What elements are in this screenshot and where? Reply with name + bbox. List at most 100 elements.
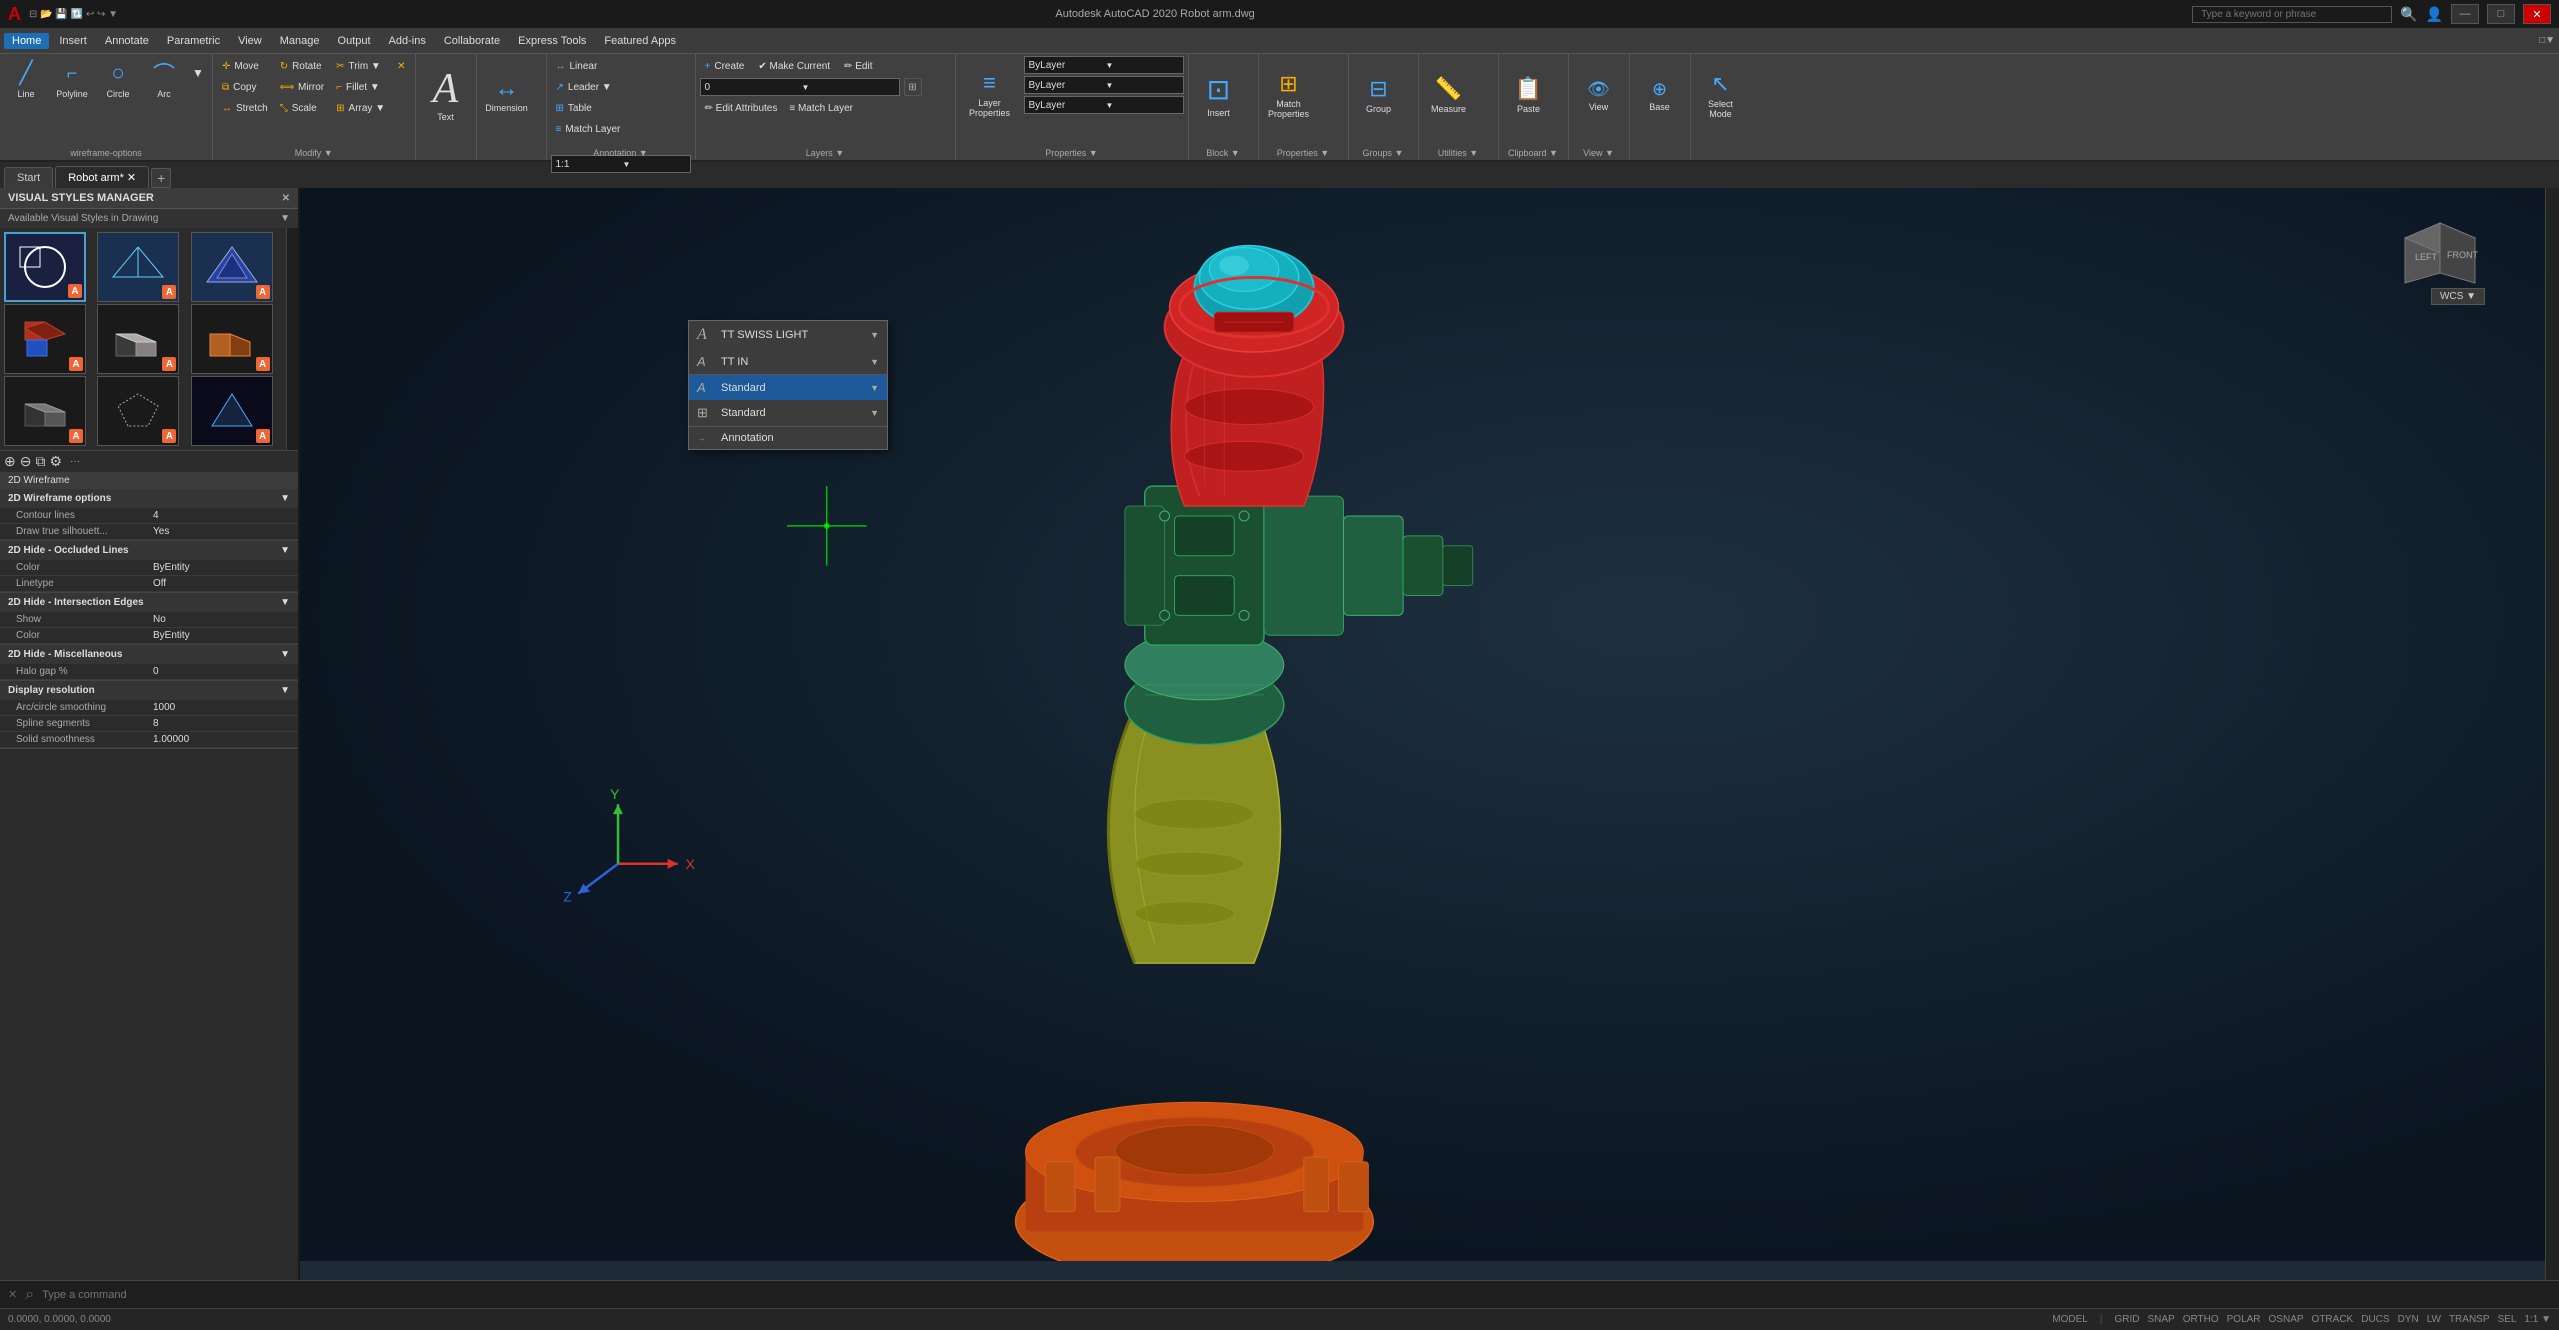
display-res-header[interactable]: Display resolution▼ bbox=[0, 681, 298, 700]
command-input[interactable] bbox=[42, 1289, 2551, 1301]
menu-item-annotate[interactable]: Annotate bbox=[97, 33, 157, 49]
scale-button[interactable]: ⤡ Scale bbox=[275, 98, 329, 118]
draw-more-button[interactable]: ▼ bbox=[188, 56, 208, 108]
layer-properties-button[interactable]: ≡ Layer Properties bbox=[960, 56, 1020, 131]
menu-item-output[interactable]: Output bbox=[330, 33, 379, 49]
style-shaded[interactable]: A bbox=[97, 304, 179, 374]
edit-attributes-button[interactable]: ✏ Edit Attributes bbox=[700, 98, 783, 118]
view-button[interactable]: 👁 View bbox=[1573, 56, 1625, 134]
intersection-header[interactable]: 2D Hide - Intersection Edges▼ bbox=[0, 593, 298, 612]
style-shaded-edges[interactable]: A bbox=[191, 304, 273, 374]
status-dyn[interactable]: DYN bbox=[2398, 1314, 2419, 1325]
bylayer-combo-3[interactable]: ByLayer▼ bbox=[1024, 96, 1184, 114]
style-xray[interactable]: A bbox=[191, 376, 273, 446]
styles-scrollbar[interactable] bbox=[286, 228, 298, 450]
settings-style-icon[interactable]: ⚙ bbox=[49, 453, 62, 470]
table-button[interactable]: ⊞ Table bbox=[551, 98, 597, 118]
match-layer-button[interactable]: ≡ Match Layer bbox=[551, 119, 626, 139]
menu-item-collaborate[interactable]: Collaborate bbox=[436, 33, 508, 49]
copy-button[interactable]: ⧉ Copy bbox=[217, 77, 273, 97]
linear-button[interactable]: ↔ Linear bbox=[551, 56, 603, 76]
select-mode-button[interactable]: ↖ Select Mode bbox=[1695, 56, 1747, 134]
group-button[interactable]: ⊟ Group bbox=[1353, 56, 1405, 134]
dimension-button[interactable]: ↔ Dimension bbox=[481, 56, 533, 134]
search-input[interactable] bbox=[2192, 6, 2392, 23]
misc-header[interactable]: 2D Hide - Miscellaneous▼ bbox=[0, 645, 298, 664]
layer-combo[interactable]: 0▼ bbox=[700, 78, 900, 96]
tab-robot-arm[interactable]: Robot arm* ✕ bbox=[55, 166, 149, 188]
stretch-button[interactable]: ↔ Stretch bbox=[217, 98, 273, 118]
maximize-button[interactable]: □ bbox=[2487, 4, 2515, 24]
bylayer-combo-1[interactable]: ByLayer▼ bbox=[1024, 56, 1184, 74]
status-otrack[interactable]: OTRACK bbox=[2312, 1314, 2354, 1325]
menu-item-addins[interactable]: Add-ins bbox=[381, 33, 434, 49]
dropdown-item-font2[interactable]: A TT IN ▼ bbox=[689, 349, 887, 374]
circle-button[interactable]: ○ Circle bbox=[96, 56, 140, 108]
menu-item-manage[interactable]: Manage bbox=[272, 33, 328, 49]
insert-button[interactable]: ⊡ Insert bbox=[1193, 56, 1245, 134]
menu-item-expresstools[interactable]: Express Tools bbox=[510, 33, 594, 49]
viewport-scrollbar-right[interactable] bbox=[2545, 188, 2559, 1280]
menu-item-insert[interactable]: Insert bbox=[51, 33, 95, 49]
style-wireframe[interactable]: A bbox=[97, 232, 179, 302]
arc-button[interactable]: ⌒ Arc bbox=[142, 56, 186, 108]
occluded-header[interactable]: 2D Hide - Occluded Lines▼ bbox=[0, 541, 298, 560]
leader-button[interactable]: ↗ Leader ▼ bbox=[551, 77, 617, 97]
edit-button[interactable]: ✏ Edit bbox=[839, 56, 877, 76]
erase-button[interactable]: ✕ bbox=[392, 56, 410, 76]
tab-start[interactable]: Start bbox=[4, 167, 53, 188]
status-grid[interactable]: GRID bbox=[2114, 1314, 2139, 1325]
status-ortho[interactable]: ORTHO bbox=[2183, 1314, 2219, 1325]
bylayer-combo-2[interactable]: ByLayer▼ bbox=[1024, 76, 1184, 94]
make-current-button[interactable]: ✔ Make Current bbox=[753, 56, 835, 76]
line-button[interactable]: ╱ Line bbox=[4, 56, 48, 108]
style-realistic[interactable]: A bbox=[4, 304, 86, 374]
base-button[interactable]: ⊕ Base bbox=[1634, 56, 1686, 134]
status-lw[interactable]: LW bbox=[2427, 1314, 2441, 1325]
minimize-button[interactable]: — bbox=[2451, 4, 2479, 24]
mirror-button[interactable]: ⟺ Mirror bbox=[275, 77, 329, 97]
trim-button[interactable]: ✂ Trim ▼ bbox=[331, 56, 390, 76]
wcs-label[interactable]: WCS ▼ bbox=[2431, 288, 2485, 305]
style-hidden[interactable]: A bbox=[191, 232, 273, 302]
status-osnap[interactable]: OSNAP bbox=[2269, 1314, 2304, 1325]
fillet-button[interactable]: ⌐ Fillet ▼ bbox=[331, 77, 390, 97]
text-button[interactable]: A Text bbox=[420, 56, 472, 134]
status-model[interactable]: MODEL bbox=[2052, 1314, 2088, 1325]
wireframe-options-header[interactable]: 2D Wireframe options▼ bbox=[0, 489, 298, 508]
copy-style-icon[interactable]: ⧉ bbox=[35, 453, 45, 470]
polyline-button[interactable]: ⌐ Polyline bbox=[50, 56, 94, 108]
style-sketchy[interactable]: A bbox=[97, 376, 179, 446]
panel-scroll-arrow[interactable]: ▼ bbox=[280, 213, 290, 224]
dropdown-item-standard2[interactable]: ⊞ Standard ▼ bbox=[689, 400, 887, 426]
panel-close-button[interactable]: ✕ bbox=[282, 193, 290, 204]
status-snap[interactable]: SNAP bbox=[2147, 1314, 2174, 1325]
add-tab-button[interactable]: + bbox=[151, 168, 171, 188]
paste-button[interactable]: 📋 Paste bbox=[1503, 56, 1555, 134]
command-cancel-icon[interactable]: ✕ bbox=[8, 1288, 17, 1301]
view-cube[interactable]: LEFT FRONT bbox=[2395, 208, 2485, 288]
viewport[interactable]: [-][Custom View] bbox=[300, 188, 2545, 1280]
match-layer-2-button[interactable]: ≡ Match Layer bbox=[784, 98, 858, 118]
status-transp[interactable]: TRANSP bbox=[2449, 1314, 2490, 1325]
dropdown-item-annotation[interactable]: → Annotation bbox=[689, 427, 887, 449]
layer-props-btn[interactable]: ⊞ bbox=[904, 78, 922, 96]
menu-item-home[interactable]: Home bbox=[4, 33, 49, 49]
menu-item-featuredapps[interactable]: Featured Apps bbox=[596, 33, 684, 49]
measure-button[interactable]: 📏 Measure bbox=[1423, 56, 1475, 134]
delete-style-icon[interactable]: ⊖ bbox=[20, 453, 32, 470]
menu-item-view[interactable]: View bbox=[230, 33, 270, 49]
properties-scroll[interactable]: 2D Wireframe options▼ Contour lines 4 Dr… bbox=[0, 489, 298, 1280]
dropdown-item-standard1[interactable]: A Standard ▼ bbox=[689, 375, 887, 400]
status-polar[interactable]: POLAR bbox=[2227, 1314, 2261, 1325]
match-properties-button[interactable]: ⊞ Match Properties bbox=[1263, 56, 1315, 134]
array-button[interactable]: ⊞ Array ▼ bbox=[331, 98, 390, 118]
style-gray[interactable]: A bbox=[4, 376, 86, 446]
status-sel[interactable]: SEL bbox=[2498, 1314, 2517, 1325]
command-search-icon[interactable]: ⌕ bbox=[25, 1286, 34, 1304]
create-layer-button[interactable]: + Create bbox=[700, 56, 750, 76]
create-style-icon[interactable]: ⊕ bbox=[4, 453, 16, 470]
move-button[interactable]: ✛ Move bbox=[217, 56, 273, 76]
close-button[interactable]: ✕ bbox=[2523, 4, 2551, 24]
status-ducs[interactable]: DUCS bbox=[2361, 1314, 2389, 1325]
